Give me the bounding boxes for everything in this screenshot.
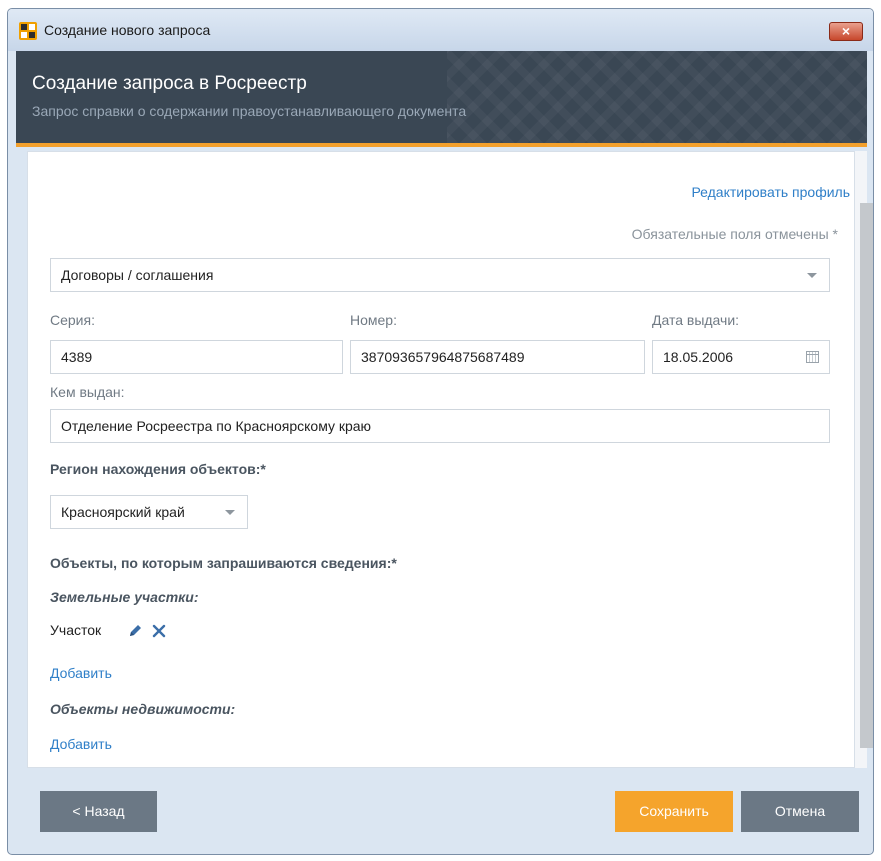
- form-panel: Редактировать профиль Обязательные поля …: [27, 151, 855, 768]
- cancel-button[interactable]: Отмена: [741, 791, 859, 832]
- objects-label: Объекты, по которым запрашиваются сведен…: [50, 555, 397, 571]
- number-label: Номер:: [350, 312, 397, 328]
- region-label: Регион нахождения объектов:*: [50, 461, 266, 477]
- chevron-down-icon: [807, 273, 817, 278]
- back-button[interactable]: < Назад: [40, 791, 157, 832]
- region-select[interactable]: Красноярский край: [50, 495, 248, 529]
- issue-date-input[interactable]: 18.05.2006: [652, 340, 830, 374]
- header-pattern: [447, 51, 867, 143]
- pencil-icon[interactable]: [128, 624, 142, 638]
- issued-by-input[interactable]: Отделение Росреестра по Красноярскому кр…: [50, 409, 830, 443]
- header-accent-stripe: [16, 143, 867, 147]
- doc-type-select[interactable]: Договоры / соглашения: [50, 258, 830, 292]
- calendar-icon[interactable]: [806, 351, 819, 363]
- add-real-estate-link[interactable]: Добавить: [50, 736, 112, 752]
- delete-x-icon[interactable]: [152, 624, 166, 638]
- region-value: Красноярский край: [61, 504, 185, 520]
- close-button[interactable]: ×: [829, 22, 863, 41]
- series-label: Серия:: [50, 312, 95, 328]
- doc-type-value: Договоры / соглашения: [61, 267, 214, 283]
- issue-date-label: Дата выдачи:: [652, 312, 740, 328]
- issued-by-label: Кем выдан:: [50, 384, 125, 400]
- issue-date-value: 18.05.2006: [663, 349, 734, 365]
- dialog-header: Создание запроса в Росреестр Запрос спра…: [16, 51, 867, 143]
- save-button[interactable]: Сохранить: [615, 791, 733, 832]
- dialog-window: Создание нового запроса × Создание запро…: [7, 8, 874, 855]
- add-land-plot-link[interactable]: Добавить: [50, 665, 112, 681]
- app-grid-icon: [19, 22, 37, 40]
- header-title: Создание запроса в Росреестр: [32, 73, 307, 94]
- chevron-down-icon: [225, 510, 235, 515]
- number-input[interactable]: 387093657964875687489: [350, 340, 645, 374]
- scrollbar[interactable]: [860, 203, 873, 748]
- titlebar[interactable]: Создание нового запроса ×: [8, 9, 873, 51]
- land-plot-item: Участок: [50, 622, 102, 638]
- edit-profile-link[interactable]: Редактировать профиль: [691, 184, 850, 200]
- header-subtitle: Запрос справки о содержании правоустанав…: [32, 103, 467, 119]
- window-title: Создание нового запроса: [44, 22, 211, 38]
- land-plots-label: Земельные участки:: [50, 589, 199, 605]
- required-note: Обязательные поля отмечены *: [631, 226, 838, 242]
- series-input[interactable]: 4389: [50, 340, 343, 374]
- real-estate-label: Объекты недвижимости:: [50, 701, 236, 717]
